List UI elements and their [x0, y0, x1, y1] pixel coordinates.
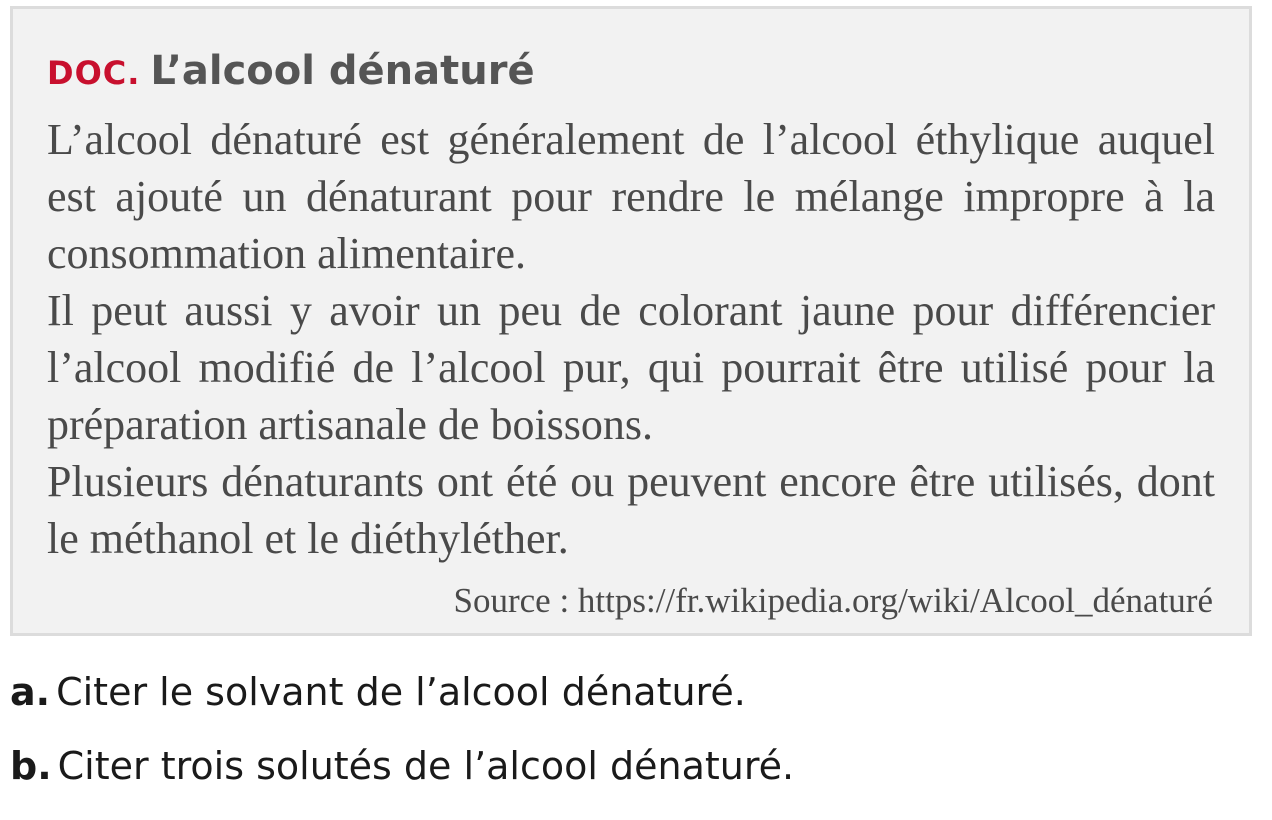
question-letter: a.: [10, 670, 51, 714]
question-b: b. Citer trois solutés de l’alcool dénatu…: [10, 746, 794, 786]
paragraph-1: L’alcool dénaturé est généralement de l’…: [47, 115, 1215, 278]
question-list: a. Citer le solvant de l’alcool dénaturé.…: [10, 672, 794, 820]
question-text: Citer trois solutés de l’alcool dénaturé…: [57, 744, 795, 788]
question-letter: b.: [10, 744, 52, 788]
paragraph-2: Il peut aussi y avoir un peu de colorant…: [47, 286, 1215, 449]
doc-tag: DOC.: [47, 54, 141, 92]
document-box: DOC. L’alcool dénaturé L’alcool dénaturé …: [10, 6, 1252, 636]
question-text: Citer le solvant de l’alcool dénaturé.: [56, 670, 746, 714]
question-a: a. Citer le solvant de l’alcool dénaturé.: [10, 672, 794, 712]
source-citation: Source : https://fr.wikipedia.org/wiki/A…: [453, 581, 1214, 620]
document-body: L’alcool dénaturé est généralement de l’…: [47, 111, 1215, 567]
document-heading: DOC. L’alcool dénaturé: [47, 47, 1215, 95]
paragraph-3: Plusieurs dénaturants ont été ou peuvent…: [47, 457, 1215, 563]
document-title: L’alcool dénaturé: [150, 48, 535, 94]
